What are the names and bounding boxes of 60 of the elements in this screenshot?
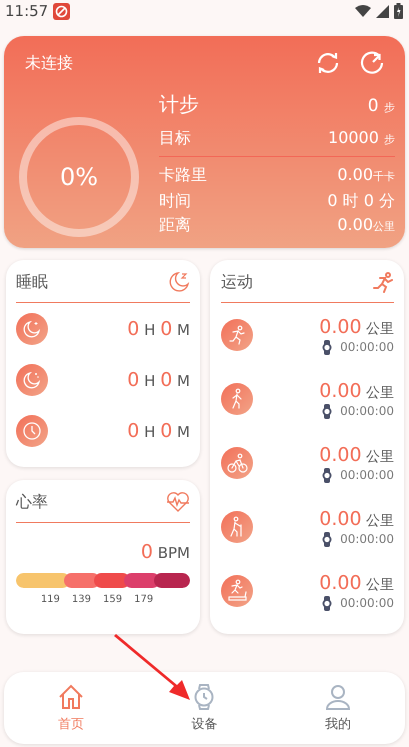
runner-icon — [372, 271, 394, 293]
sleep-duration: 0 H 0 M — [127, 368, 190, 390]
wifi-icon — [355, 5, 371, 17]
zone-tick-label: 179 — [134, 594, 154, 605]
user-icon — [325, 684, 352, 710]
moon-icon — [16, 312, 48, 344]
sync-icon[interactable] — [315, 50, 341, 76]
sport-distance: 0.00 公里 — [319, 444, 394, 466]
clock-icon — [16, 414, 48, 446]
zone-tick-label: 119 — [40, 594, 60, 605]
sport-duration: 00:00:00 — [340, 340, 394, 354]
nav-tab[interactable]: 我的 — [305, 672, 372, 744]
card-title: 心率 — [16, 492, 48, 512]
walker-icon — [221, 383, 253, 415]
refresh-icon[interactable] — [359, 50, 385, 76]
heart-rate-value: 0 BPM — [140, 541, 190, 563]
stat-label: 距离 — [159, 214, 191, 236]
watch-icon — [322, 340, 332, 354]
app-notification-icon — [53, 2, 70, 20]
signal-icon — [376, 4, 389, 18]
watch-icon — [322, 404, 332, 418]
watch-icon — [322, 468, 332, 482]
card-title: 睡眠 — [16, 272, 48, 292]
sport-distance: 0.00 公里 — [319, 572, 394, 594]
connection-status: 未连接 — [25, 52, 74, 74]
stat-value: 0.00公里 — [337, 214, 395, 236]
walker-icon — [221, 511, 253, 543]
moon-icon — [168, 271, 190, 293]
zone-tick-label: 159 — [103, 594, 122, 605]
sport-distance: 0.00 公里 — [319, 508, 394, 530]
sleep-duration: 0 H 0 M — [127, 420, 190, 442]
steps-label: 计步 — [159, 91, 199, 118]
zone-tick-label: 139 — [72, 594, 91, 605]
goal-label: 目标 — [159, 127, 191, 149]
cyclist-icon — [221, 447, 253, 479]
sport-duration: 00:00:00 — [340, 468, 394, 482]
battery-icon — [394, 3, 403, 19]
stat-value: 0.00千卡 — [337, 164, 395, 186]
progress-percent: 0% — [58, 163, 100, 191]
sport-duration: 00:00:00 — [340, 532, 394, 546]
heart-pulse-icon — [166, 491, 190, 513]
watch-icon — [322, 596, 332, 610]
runner-icon — [221, 319, 253, 351]
sleep-duration: 0 H 0 M — [127, 318, 190, 340]
sport-distance: 0.00 公里 — [319, 316, 394, 338]
treadmill-icon — [221, 575, 253, 607]
sport-duration: 00:00:00 — [340, 596, 394, 610]
steps-value: 0 步 — [368, 95, 395, 118]
watch-icon — [322, 532, 332, 546]
status-time: 11:57 — [5, 2, 48, 20]
stat-value: 0 时 0 分 — [327, 190, 395, 212]
sport-distance: 0.00 公里 — [319, 380, 394, 402]
moon-icon — [16, 364, 48, 396]
nav-tab[interactable]: 设备 — [171, 672, 238, 744]
sport-duration: 00:00:00 — [340, 404, 394, 418]
goal-value: 10000 步 — [328, 127, 395, 149]
card-title: 运动 — [221, 272, 253, 292]
stat-label: 卡路里 — [159, 164, 207, 186]
home-icon — [58, 684, 84, 710]
stat-label: 时间 — [159, 190, 191, 212]
